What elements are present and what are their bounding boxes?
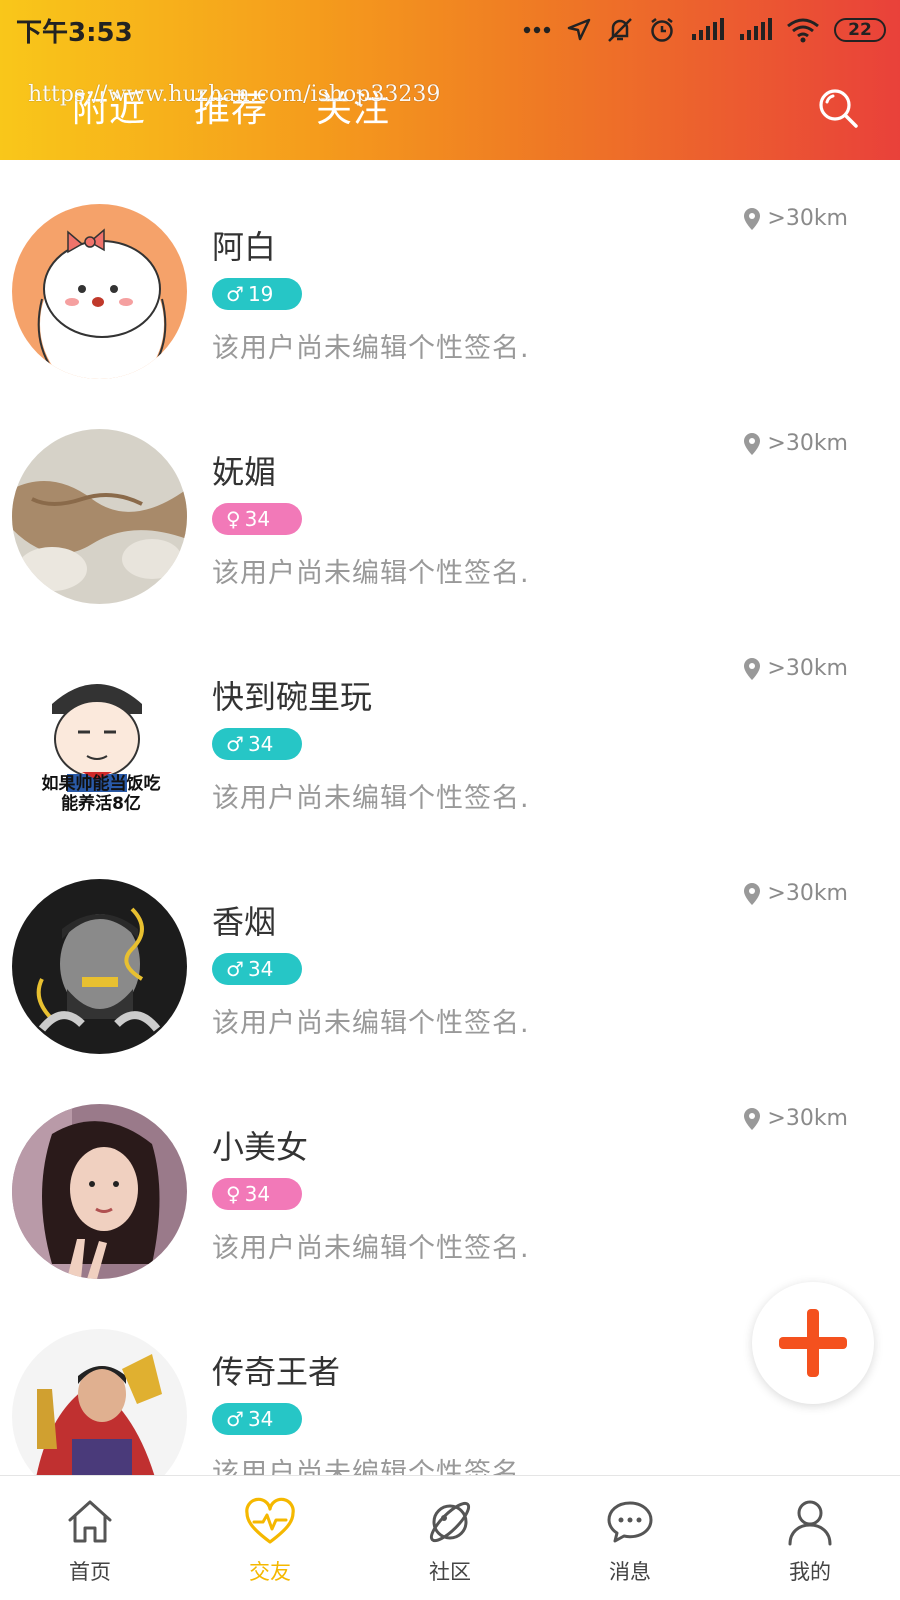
female-icon: ♀ (226, 1182, 241, 1206)
age-text: 34 (247, 1407, 274, 1431)
warrior-avatar (12, 1329, 187, 1475)
location-pin-icon (744, 207, 761, 230)
gender-age-badge: ♂ 34 (212, 1403, 302, 1435)
male-icon: ♂ (226, 732, 244, 756)
rock-texture-avatar (12, 429, 187, 604)
watermark-text: https://www.huzhan.com/ishop33239 (28, 82, 441, 107)
distance-text: >30km (767, 881, 848, 906)
nav-community[interactable]: 社区 (360, 1476, 540, 1600)
age-text: 34 (244, 507, 271, 531)
age-text: 19 (247, 282, 274, 306)
nav-label: 消息 (609, 1560, 651, 1584)
chat-icon (607, 1501, 653, 1543)
user-signature: 该用户尚未编辑个性签名. (212, 1458, 530, 1475)
male-icon: ♂ (226, 282, 244, 306)
gender-age-badge: ♀ 34 (212, 1178, 302, 1210)
signal-icon-2 (738, 18, 772, 42)
plus-icon (779, 1309, 847, 1377)
meme-caption-line-2: 能养活8亿 (61, 794, 141, 814)
user-name: 传奇王者 (212, 1353, 341, 1391)
male-icon: ♂ (226, 1407, 244, 1431)
female-icon: ♀ (226, 507, 241, 531)
add-button[interactable] (752, 1282, 874, 1404)
location-arrow-icon (566, 17, 592, 43)
more-dots-icon (522, 25, 552, 35)
nav-label: 首页 (69, 1560, 111, 1584)
user-signature: 该用户尚未编辑个性签名. (212, 333, 530, 364)
gender-age-badge: ♂ 19 (212, 278, 302, 310)
user-row[interactable]: 妩媚 ♀ 34 该用户尚未编辑个性签名. >30km (0, 385, 900, 610)
distance-label: >30km (743, 431, 848, 456)
user-signature: 该用户尚未编辑个性签名. (212, 558, 530, 589)
bottom-nav: 首页 交友 社区 消息 我的 (0, 1475, 900, 1600)
battery-indicator: 22 (834, 18, 886, 42)
status-bar: 下午3:53 22 (0, 0, 900, 62)
nav-label: 我的 (789, 1560, 831, 1584)
distance-text: >30km (767, 656, 848, 681)
user-list: 阿白 ♂ 19 该用户尚未编辑个性签名. >30km 妩媚 ♀ 34 该用户尚未… (0, 160, 900, 1475)
mute-bell-icon (606, 16, 634, 44)
search-icon (819, 89, 858, 128)
user-row[interactable]: 小美女 ♀ 34 该用户尚未编辑个性签名. >30km (0, 1060, 900, 1285)
location-pin-icon (744, 657, 761, 680)
search-button[interactable] (816, 86, 860, 130)
heart-pulse-icon (245, 1497, 295, 1544)
nav-label: 交友 (249, 1560, 291, 1584)
avatar[interactable] (12, 429, 187, 604)
user-name: 小美女 (212, 1128, 309, 1166)
avatar[interactable] (12, 879, 187, 1054)
nav-home[interactable]: 首页 (0, 1476, 180, 1600)
location-pin-icon (744, 1107, 761, 1130)
user-signature: 该用户尚未编辑个性签名. (212, 783, 530, 814)
avatar[interactable]: 如果帅能当饭吃 能养活8亿 (12, 654, 187, 829)
gender-age-badge: ♂ 34 (212, 953, 302, 985)
user-name: 快到碗里玩 (212, 678, 373, 716)
age-text: 34 (247, 732, 274, 756)
user-row[interactable]: 阿白 ♂ 19 该用户尚未编辑个性签名. >30km (0, 160, 900, 385)
distance-label: >30km (743, 656, 848, 681)
girl-selfie-avatar (12, 1104, 187, 1279)
age-text: 34 (247, 957, 274, 981)
nav-messages[interactable]: 消息 (540, 1476, 720, 1600)
user-signature: 该用户尚未编辑个性签名. (212, 1233, 530, 1264)
meme-caption-line-1: 如果帅能当饭吃 (41, 774, 161, 794)
nav-label: 社区 (429, 1560, 471, 1584)
status-icons: 22 (522, 12, 886, 48)
signal-icon-1 (690, 18, 724, 42)
person-icon (788, 1500, 832, 1546)
location-pin-icon (744, 882, 761, 905)
nav-friends[interactable]: 交友 (180, 1476, 360, 1600)
user-name: 香烟 (212, 903, 277, 941)
distance-label: >30km (743, 881, 848, 906)
distance-label: >30km (743, 1106, 848, 1131)
home-icon (68, 1500, 112, 1543)
avatar[interactable] (12, 1329, 187, 1475)
avatar[interactable] (12, 1104, 187, 1279)
user-name: 阿白 (212, 228, 277, 266)
user-row[interactable]: 如果帅能当饭吃 能养活8亿 快到碗里玩 ♂ 34 该用户尚未编辑个性签名. >3… (0, 610, 900, 835)
user-row[interactable]: 香烟 ♂ 34 该用户尚未编辑个性签名. >30km (0, 835, 900, 1060)
status-time: 下午3:53 (16, 18, 133, 48)
location-pin-icon (744, 432, 761, 455)
cartoon-bunny-avatar (12, 204, 187, 379)
nav-profile[interactable]: 我的 (720, 1476, 900, 1600)
distance-label: >30km (743, 206, 848, 231)
wifi-icon (786, 17, 820, 43)
top-header: 下午3:53 22 附近 推荐 关注 https://www.huzhan.co… (0, 0, 900, 160)
male-icon: ♂ (226, 957, 244, 981)
avatar[interactable] (12, 204, 187, 379)
distance-text: >30km (767, 431, 848, 456)
distance-text: >30km (767, 1106, 848, 1131)
gender-age-badge: ♂ 34 (212, 728, 302, 760)
age-text: 34 (244, 1182, 271, 1206)
planet-icon (429, 1501, 471, 1543)
alarm-clock-icon (648, 16, 676, 44)
meme-caption: 如果帅能当饭吃 能养活8亿 (16, 774, 186, 814)
gender-age-badge: ♀ 34 (212, 503, 302, 535)
distance-text: >30km (767, 206, 848, 231)
user-signature: 该用户尚未编辑个性签名. (212, 1008, 530, 1039)
user-name: 妩媚 (212, 453, 277, 491)
smoking-man-avatar (12, 879, 187, 1054)
